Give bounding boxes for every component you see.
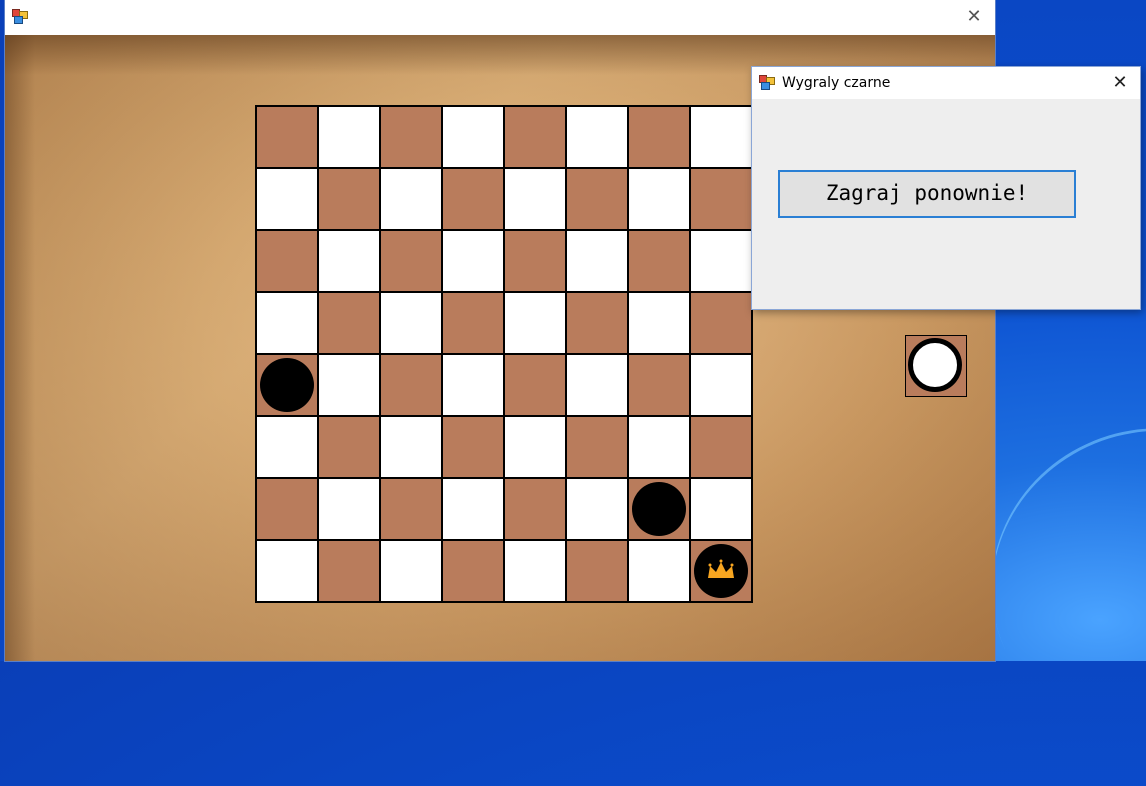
- board-square[interactable]: [504, 230, 566, 292]
- board-square[interactable]: [566, 106, 628, 168]
- game-over-dialog: Wygraly czarne ✕ Zagraj ponownie!: [751, 66, 1141, 310]
- board-square[interactable]: [566, 168, 628, 230]
- board-square[interactable]: [380, 416, 442, 478]
- board-square[interactable]: [442, 540, 504, 602]
- board-square[interactable]: [256, 168, 318, 230]
- board-square[interactable]: [256, 354, 318, 416]
- board-square[interactable]: [256, 478, 318, 540]
- board-square[interactable]: [504, 478, 566, 540]
- board-square[interactable]: [442, 416, 504, 478]
- dialog-body: Zagraj ponownie!: [752, 99, 1140, 309]
- play-again-button[interactable]: Zagraj ponownie!: [778, 170, 1076, 218]
- board-square[interactable]: [628, 354, 690, 416]
- board-square[interactable]: [380, 106, 442, 168]
- close-icon[interactable]: ✕: [962, 5, 986, 29]
- dialog-app-icon: [759, 75, 775, 91]
- board-square[interactable]: [566, 354, 628, 416]
- board-square[interactable]: [566, 292, 628, 354]
- board-square[interactable]: [442, 230, 504, 292]
- board-square[interactable]: [504, 292, 566, 354]
- app-icon: [12, 9, 28, 25]
- board-square[interactable]: [628, 230, 690, 292]
- board-square[interactable]: [504, 540, 566, 602]
- board-square[interactable]: [690, 354, 752, 416]
- board-square[interactable]: [318, 478, 380, 540]
- board-square[interactable]: [504, 416, 566, 478]
- board-square[interactable]: [566, 416, 628, 478]
- board-square[interactable]: [690, 540, 752, 602]
- board-square[interactable]: [318, 540, 380, 602]
- board-square[interactable]: [566, 230, 628, 292]
- board-square[interactable]: [318, 230, 380, 292]
- board-square[interactable]: [690, 478, 752, 540]
- main-titlebar: ✕: [5, 0, 995, 35]
- turn-indicator-piece-white: [908, 338, 962, 392]
- dialog-titlebar: Wygraly czarne ✕: [752, 67, 1140, 99]
- board-square[interactable]: [442, 106, 504, 168]
- board-square[interactable]: [256, 416, 318, 478]
- board-square[interactable]: [380, 230, 442, 292]
- board-square[interactable]: [628, 416, 690, 478]
- board-square[interactable]: [504, 168, 566, 230]
- black-king-piece[interactable]: [694, 544, 748, 598]
- board-square[interactable]: [442, 292, 504, 354]
- board-square[interactable]: [690, 292, 752, 354]
- board-square[interactable]: [318, 416, 380, 478]
- board-square[interactable]: [380, 292, 442, 354]
- board-square[interactable]: [690, 416, 752, 478]
- board-square[interactable]: [442, 168, 504, 230]
- board-square[interactable]: [318, 168, 380, 230]
- board-square[interactable]: [256, 106, 318, 168]
- board-square[interactable]: [380, 168, 442, 230]
- board-square[interactable]: [504, 354, 566, 416]
- board-square[interactable]: [318, 106, 380, 168]
- board-square[interactable]: [628, 478, 690, 540]
- black-piece[interactable]: [260, 358, 314, 412]
- board-square[interactable]: [380, 540, 442, 602]
- board-square[interactable]: [628, 540, 690, 602]
- board-square[interactable]: [256, 230, 318, 292]
- board-square[interactable]: [628, 168, 690, 230]
- board-square[interactable]: [256, 292, 318, 354]
- board-square[interactable]: [690, 230, 752, 292]
- black-piece[interactable]: [632, 482, 686, 536]
- board-square[interactable]: [318, 292, 380, 354]
- board-square[interactable]: [628, 292, 690, 354]
- board-square[interactable]: [442, 354, 504, 416]
- board-square[interactable]: [318, 354, 380, 416]
- board-square[interactable]: [380, 478, 442, 540]
- dialog-title: Wygraly czarne: [782, 75, 891, 91]
- board-square[interactable]: [566, 478, 628, 540]
- board-square[interactable]: [504, 106, 566, 168]
- board-square[interactable]: [690, 168, 752, 230]
- board-square[interactable]: [442, 478, 504, 540]
- board-square[interactable]: [690, 106, 752, 168]
- board-square[interactable]: [566, 540, 628, 602]
- dialog-close-icon[interactable]: ✕: [1108, 71, 1132, 95]
- crown-icon: [708, 559, 734, 578]
- board-square[interactable]: [256, 540, 318, 602]
- turn-indicator: [905, 335, 967, 397]
- board-square[interactable]: [380, 354, 442, 416]
- checkers-board: [255, 105, 753, 603]
- board-square[interactable]: [628, 106, 690, 168]
